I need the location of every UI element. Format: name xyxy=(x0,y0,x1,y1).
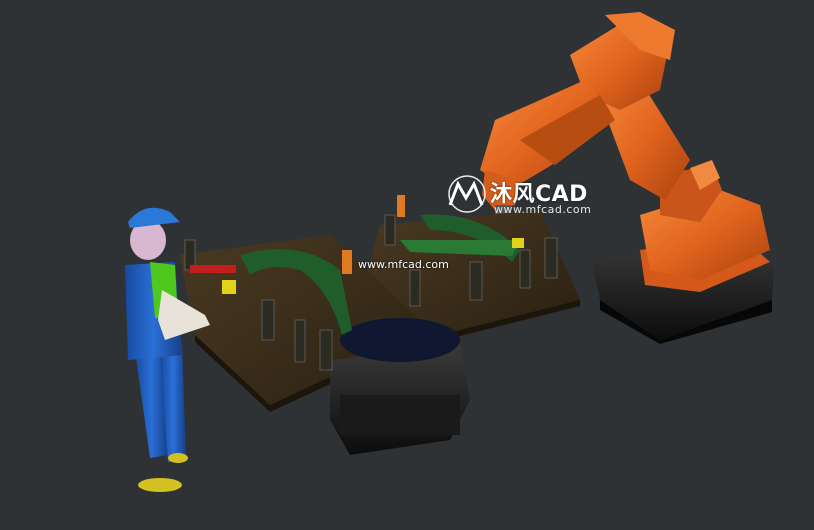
mf-logo-icon xyxy=(448,175,486,213)
positioner-base xyxy=(330,318,470,455)
watermark-site-center: www.mfcad.com xyxy=(358,258,449,271)
worker-figure xyxy=(125,207,210,492)
watermark-site-top: www.mfcad.com xyxy=(494,203,592,216)
